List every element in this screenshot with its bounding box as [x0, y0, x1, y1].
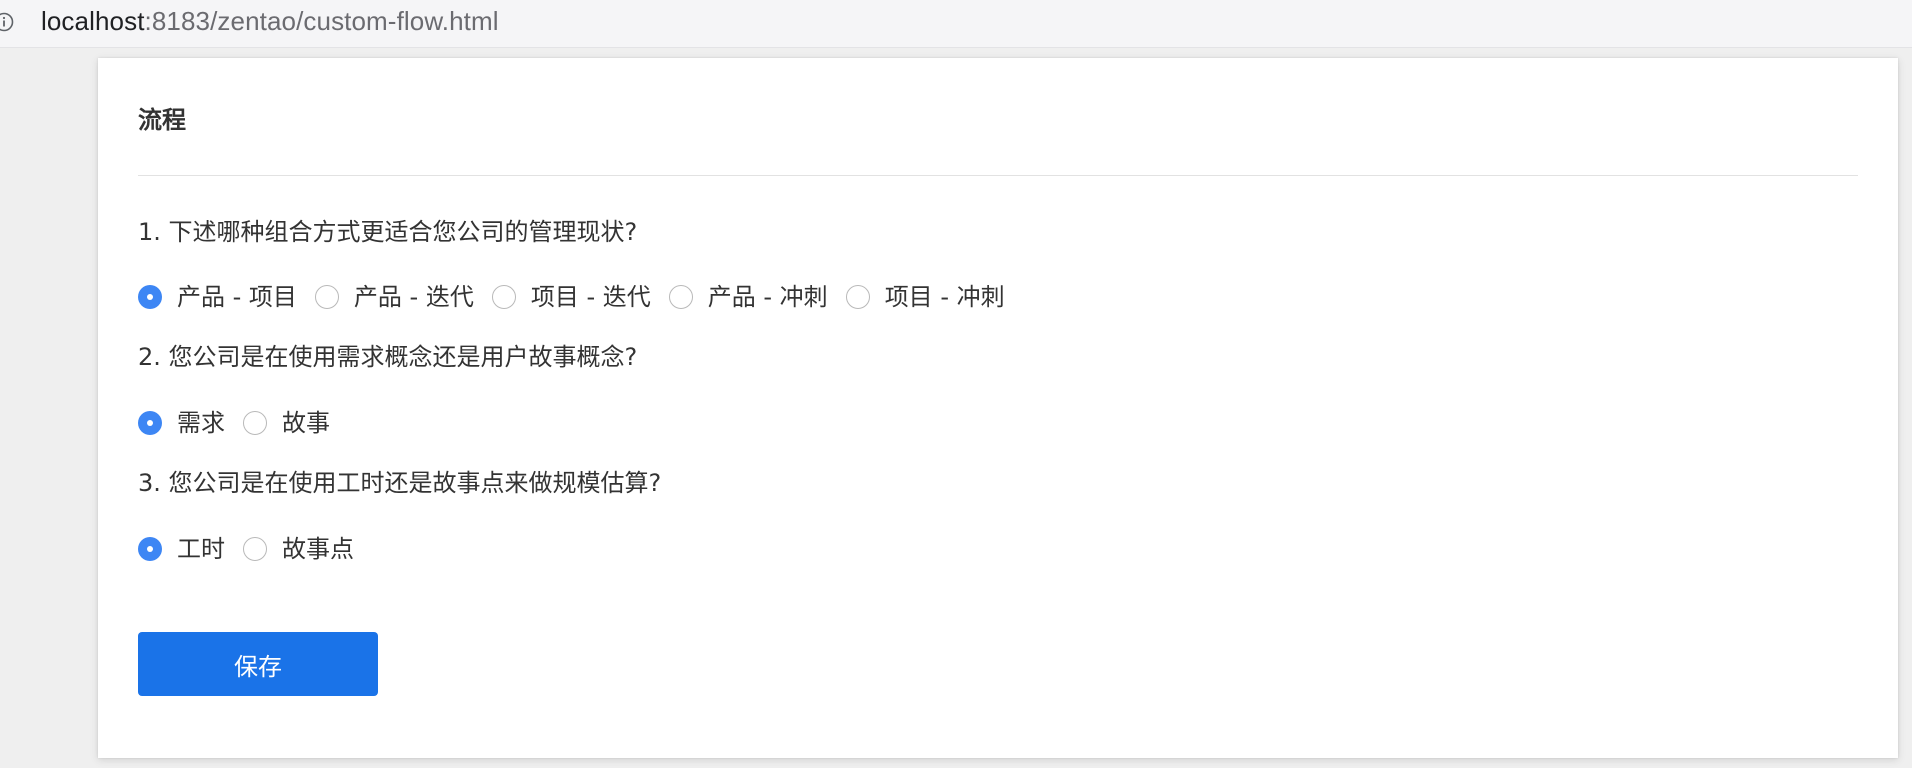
radio-label: 产品 - 项目 [177, 283, 297, 311]
save-button[interactable]: 保存 [138, 632, 378, 696]
question-1: 1. 下述哪种组合方式更适合您公司的管理现状? [138, 218, 638, 246]
radio-label: 工时 [177, 535, 225, 563]
radio-label: 故事点 [282, 535, 354, 563]
radio-option[interactable]: 项目 - 迭代 [491, 282, 651, 312]
radio-option[interactable]: 产品 - 迭代 [314, 282, 474, 312]
radio-button[interactable] [243, 537, 267, 561]
radio-option[interactable]: 故事 [243, 408, 330, 438]
panel-title: 流程 [138, 106, 186, 134]
url-text[interactable]: localhost:8183/zentao/custom-flow.html [41, 6, 499, 36]
radio-button[interactable] [314, 285, 339, 309]
radio-label: 项目 - 冲刺 [884, 283, 1005, 311]
radio-option[interactable]: 产品 - 项目 [138, 282, 297, 312]
radio-button[interactable] [845, 285, 870, 309]
url-path: :8183/zentao/custom-flow.html [144, 6, 499, 36]
radio-label: 产品 - 冲刺 [707, 283, 828, 311]
radio-button[interactable] [243, 411, 267, 435]
radio-button[interactable] [668, 285, 693, 309]
browser-address-bar[interactable]: localhost:8183/zentao/custom-flow.html [0, 0, 1912, 48]
radio-option[interactable]: 需求 [138, 408, 225, 438]
radio-label: 项目 - 迭代 [530, 283, 651, 311]
question-1-options: 产品 - 项目 产品 - 迭代 项目 - 迭代 产品 - 冲刺 项目 - 冲刺 [138, 280, 1023, 314]
radio-option[interactable]: 产品 - 冲刺 [668, 282, 828, 312]
flow-settings-panel: 流程 1. 下述哪种组合方式更适合您公司的管理现状? 产品 - 项目 产品 - … [98, 58, 1898, 758]
radio-option[interactable]: 工时 [138, 534, 225, 564]
radio-button[interactable] [491, 285, 516, 309]
radio-option[interactable]: 故事点 [243, 534, 354, 564]
question-2-options: 需求 故事 [138, 406, 348, 440]
radio-option[interactable]: 项目 - 冲刺 [845, 282, 1005, 312]
radio-label: 需求 [177, 409, 225, 437]
radio-button[interactable] [138, 537, 162, 561]
info-circle-icon[interactable] [0, 12, 14, 32]
question-3: 3. 您公司是在使用工时还是故事点来做规模估算? [138, 469, 662, 497]
question-2: 2. 您公司是在使用需求概念还是用户故事概念? [138, 343, 638, 371]
question-3-options: 工时 故事点 [138, 532, 372, 566]
radio-button[interactable] [138, 411, 162, 435]
radio-label: 产品 - 迭代 [353, 283, 474, 311]
title-divider [138, 175, 1858, 176]
radio-label: 故事 [282, 409, 330, 437]
radio-button[interactable] [138, 285, 162, 309]
url-host: localhost [41, 6, 145, 36]
